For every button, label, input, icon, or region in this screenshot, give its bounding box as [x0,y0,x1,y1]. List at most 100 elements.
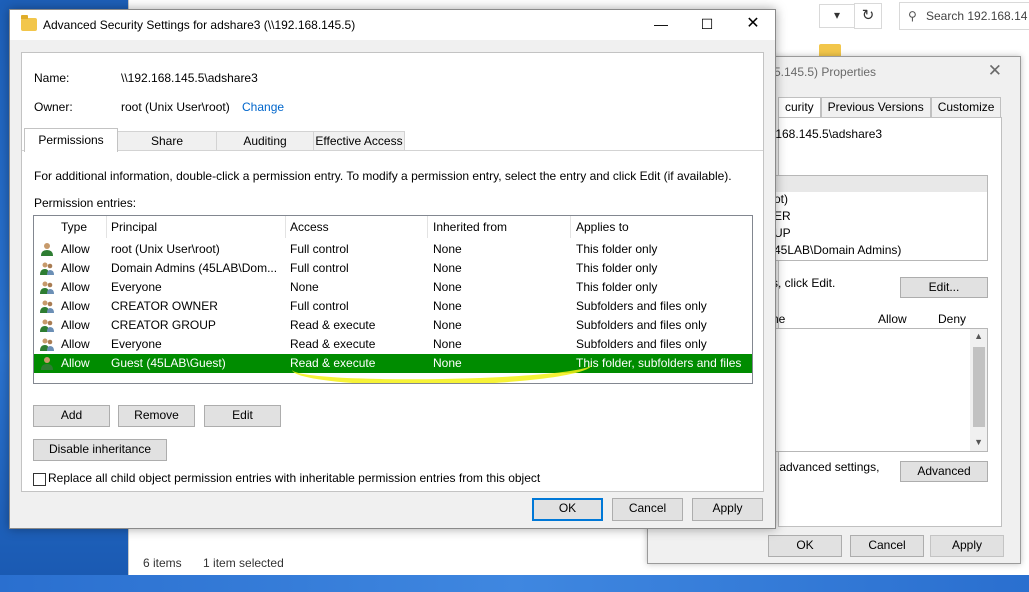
entry-inherited-from: None [433,356,462,370]
permission-entries-label: Permission entries: [34,196,137,210]
apply-button[interactable]: Apply [692,498,763,521]
advanced-security-dialog: Advanced Security Settings for adshare3 … [9,9,776,529]
column-access[interactable]: Access [290,220,329,234]
entry-applies-to: Subfolders and files only [576,318,707,332]
user-icon [40,242,54,256]
entry-applies-to: Subfolders and files only [576,299,707,313]
tab-effective-access[interactable]: Effective Access [313,131,405,151]
entry-principal: CREATOR OWNER [111,299,218,313]
entry-access: Read & execute [290,356,376,370]
principal-list-header [773,176,987,192]
entry-access: Full control [290,261,349,275]
entry-applies-to: This folder only [576,261,658,275]
ok-button[interactable]: OK [768,535,842,557]
tab-share[interactable]: Share [117,131,217,151]
name-label: Name: [34,71,70,85]
column-type[interactable]: Type [61,220,87,234]
scroll-up-icon[interactable]: ▲ [974,331,983,341]
tab-customize[interactable]: Customize [930,97,1002,117]
entry-type: Allow [61,280,90,294]
tab-auditing[interactable]: Auditing [216,131,314,151]
list-item[interactable]: UP [773,226,987,243]
ok-button[interactable]: OK [532,498,603,521]
entry-principal: Guest (45LAB\Guest) [111,356,226,370]
scroll-down-icon[interactable]: ▼ [974,437,983,447]
tab-previous-versions[interactable]: Previous Versions [820,97,931,117]
user-icon [40,356,54,370]
properties-title: 5.145.5) Properties [774,65,877,79]
table-row[interactable]: Allow root (Unix User\root) Full control No… [34,240,752,259]
table-row[interactable]: Allow Everyone None None This folder only [34,278,752,297]
search-icon: ⚲ [908,9,917,23]
column-inherited-from[interactable]: Inherited from [433,220,507,234]
column-separator [570,216,571,238]
edit-button[interactable]: Edit [204,405,281,427]
group-icon [40,299,54,313]
minimize-icon[interactable]: — [638,10,684,40]
close-icon[interactable]: ✕ [730,10,776,40]
list-header: Type Principal Access Inherited from App… [34,216,752,238]
close-icon[interactable]: ✕ [988,61,1002,81]
refresh-button[interactable]: ↻ [854,3,882,29]
cancel-button[interactable]: Cancel [612,498,683,521]
permissions-list[interactable]: ▲ ▼ [772,328,988,452]
search-input[interactable]: ⚲ Search 192.168.14 [899,2,1029,30]
replace-child-permissions-checkbox[interactable] [33,473,46,486]
column-separator [427,216,428,238]
permissions-header: ne Allow Deny [772,312,988,326]
tab-divider [22,150,763,151]
tab-security[interactable]: curity [778,97,821,118]
object-name: .168.145.5\adshare3 [772,127,883,141]
permission-entries-list[interactable]: Type Principal Access Inherited from App… [33,215,753,384]
table-row[interactable]: Allow CREATOR OWNER Full control None Subfol… [34,297,752,316]
group-icon [40,318,54,332]
dialog-title: Advanced Security Settings for adshare3 … [43,18,356,32]
edit-permissions-button[interactable]: Edit... [900,277,988,298]
list-item[interactable]: ot) [773,192,987,209]
table-row-selected[interactable]: Allow Guest (45LAB\Guest) Read & execute No… [34,354,752,373]
disable-inheritance-button[interactable]: Disable inheritance [33,439,167,461]
maximize-icon[interactable]: ☐ [684,10,730,40]
desktop-background [0,575,1029,592]
change-owner-link[interactable]: Change [242,100,284,114]
owner-label: Owner: [34,100,73,114]
properties-tabs: curity Previous Versions Customize [778,97,1002,118]
entry-access: Full control [290,242,349,256]
table-row[interactable]: Allow Domain Admins (45LAB\Dom... Full con… [34,259,752,278]
entry-inherited-from: None [433,299,462,313]
cancel-button[interactable]: Cancel [850,535,924,557]
entry-access: Read & execute [290,337,376,351]
entry-inherited-from: None [433,337,462,351]
title-bar[interactable]: Advanced Security Settings for adshare3 … [10,10,775,40]
entry-principal: CREATOR GROUP [111,318,216,332]
entry-principal: root (Unix User\root) [111,242,220,256]
table-row[interactable]: Allow Everyone Read & execute None Subfolder… [34,335,752,354]
column-principal[interactable]: Principal [111,220,157,234]
group-icon [40,261,54,275]
list-item[interactable]: ER [773,209,987,226]
advanced-button[interactable]: Advanced [900,461,988,482]
apply-button[interactable]: Apply [930,535,1004,557]
table-row[interactable]: Allow CREATOR GROUP Read & execute None Subf… [34,316,752,335]
entry-access: Read & execute [290,318,376,332]
advanced-hint: r advanced settings, [772,460,880,474]
list-item[interactable]: 45LAB\Domain Admins) [773,243,987,260]
column-applies-to[interactable]: Applies to [576,220,629,234]
entry-principal: Domain Admins (45LAB\Dom... [111,261,278,275]
tab-permissions[interactable]: Permissions [24,128,118,152]
status-item-count: 6 items [143,556,182,570]
column-separator [106,216,107,238]
add-button[interactable]: Add [33,405,110,427]
entry-type: Allow [61,356,90,370]
info-text: For additional information, double-click… [34,169,732,183]
entry-inherited-from: None [433,261,462,275]
replace-child-permissions-label[interactable]: Replace all child object permission entr… [48,471,540,485]
allow-column: Allow [878,312,907,326]
entry-type: Allow [61,242,90,256]
entry-type: Allow [61,261,90,275]
principal-list[interactable]: ot) ER UP 45LAB\Domain Admins) [772,175,988,261]
entry-inherited-from: None [433,318,462,332]
entry-principal: Everyone [111,337,162,351]
remove-button[interactable]: Remove [118,405,195,427]
scrollbar-thumb[interactable] [973,347,985,427]
